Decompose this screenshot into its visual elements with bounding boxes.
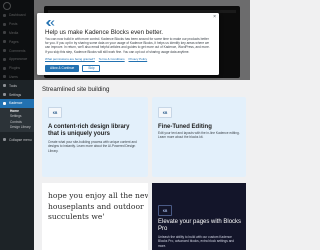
dialog-title: Help us make Kadence Blocks even better. <box>45 29 163 36</box>
card-text: Edit your text and layouts with the in-l… <box>158 131 240 140</box>
close-icon[interactable]: × <box>213 15 216 20</box>
card-text: Create what your site-building process w… <box>48 140 137 153</box>
sidebar-item-tools[interactable]: Tools <box>0 81 34 90</box>
privacy-policy-link[interactable]: Privacy Policy <box>129 57 148 61</box>
terms-link[interactable]: Terms & Conditions <box>99 57 125 61</box>
card-title: A content-rich design library that is un… <box>48 124 130 137</box>
feature-card-design-library: KB A content-rich design library that is… <box>42 97 148 177</box>
dialog-body: You can now build in with more control. … <box>45 37 210 54</box>
skip-button[interactable]: Skip <box>82 65 101 72</box>
sidebar-item-settings[interactable]: Settings <box>0 90 34 99</box>
feature-card-fine-tuned-editing: KB Fine-Tuned Editing Edit your text and… <box>152 97 246 177</box>
collapse-menu-button[interactable]: Collapse menu <box>0 135 34 144</box>
dialog-links: What permissions are being granted? Term… <box>45 57 150 61</box>
blocks-pro-promo: KB Elevate your pages with Blocks Pro Un… <box>152 183 246 250</box>
submenu-item-design-library[interactable]: Design Library <box>0 125 34 130</box>
kadence-blocks-pro-icon: KB <box>158 205 172 216</box>
kadence-submenu: Home Settings Controls Design Library <box>0 107 34 133</box>
settings-icon <box>3 93 6 97</box>
card-title: Fine-Tuned Editing <box>158 124 212 130</box>
allow-continue-button[interactable]: Allow & Continue <box>45 65 80 72</box>
preview-serif-text: hope you enjoy all the new houseplants a… <box>48 191 148 221</box>
promo-title: Elevate your pages with Blocks Pro <box>158 219 242 233</box>
kadence-logo-icon <box>46 20 55 26</box>
sidebar-item-kadence[interactable]: Kadence <box>0 98 34 108</box>
kadence-blocks-icon: KB <box>48 107 62 118</box>
section-title: Streamlined site building <box>42 86 110 93</box>
typography-preview: hope you enjoy all the new houseplants a… <box>42 183 148 250</box>
kadence-icon <box>3 101 6 105</box>
permissions-link[interactable]: What permissions are being granted? <box>45 57 95 61</box>
tools-icon <box>3 84 6 88</box>
collapse-icon <box>3 138 6 142</box>
opt-in-dialog: × Help us make Kadence Blocks even bette… <box>37 13 219 75</box>
dialog-buttons: Allow & Continue Skip <box>45 65 101 72</box>
promo-text: Unleash the ability to build with our cu… <box>158 235 235 248</box>
kadence-blocks-icon: KB <box>158 107 172 118</box>
